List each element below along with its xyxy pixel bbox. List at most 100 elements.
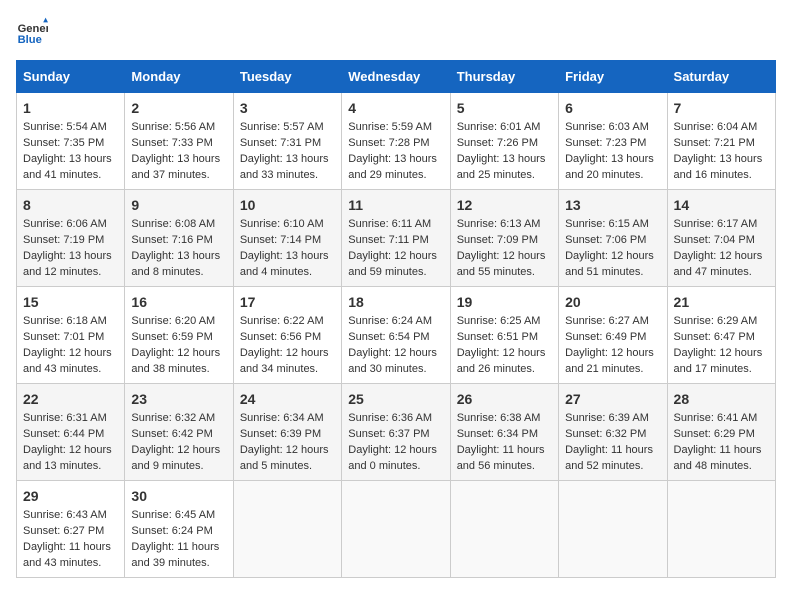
day-number: 18: [348, 292, 443, 312]
day-info-line: Daylight: 11 hours: [131, 540, 226, 556]
day-info-line: Daylight: 12 hours: [457, 249, 552, 265]
calendar-cell: [559, 481, 667, 578]
day-number: 30: [131, 486, 226, 506]
day-info-line: Sunset: 7:26 PM: [457, 136, 552, 152]
calendar-cell: 2Sunrise: 5:56 AMSunset: 7:33 PMDaylight…: [125, 93, 233, 190]
day-info-line: Sunset: 6:29 PM: [674, 427, 769, 443]
day-info-line: Daylight: 13 hours: [240, 152, 335, 168]
day-info-line: Sunrise: 6:31 AM: [23, 411, 118, 427]
calendar-cell: 28Sunrise: 6:41 AMSunset: 6:29 PMDayligh…: [667, 384, 775, 481]
calendar-cell: 14Sunrise: 6:17 AMSunset: 7:04 PMDayligh…: [667, 190, 775, 287]
day-info-line: Daylight: 12 hours: [674, 346, 769, 362]
day-info-line: Sunrise: 6:34 AM: [240, 411, 335, 427]
day-info-line: and 16 minutes.: [674, 168, 769, 184]
calendar-cell: 15Sunrise: 6:18 AMSunset: 7:01 PMDayligh…: [17, 287, 125, 384]
day-info-line: Sunrise: 6:36 AM: [348, 411, 443, 427]
calendar-table: SundayMondayTuesdayWednesdayThursdayFrid…: [16, 60, 776, 578]
calendar-cell: 8Sunrise: 6:06 AMSunset: 7:19 PMDaylight…: [17, 190, 125, 287]
day-info-line: Daylight: 12 hours: [457, 346, 552, 362]
day-info-line: Sunrise: 6:06 AM: [23, 217, 118, 233]
day-info-line: Sunrise: 6:18 AM: [23, 314, 118, 330]
logo-icon: General Blue: [16, 16, 48, 48]
day-info-line: Sunset: 7:16 PM: [131, 233, 226, 249]
day-info-line: and 43 minutes.: [23, 556, 118, 572]
day-number: 1: [23, 98, 118, 118]
day-info-line: and 17 minutes.: [674, 362, 769, 378]
day-number: 5: [457, 98, 552, 118]
calendar-cell: 29Sunrise: 6:43 AMSunset: 6:27 PMDayligh…: [17, 481, 125, 578]
day-number: 2: [131, 98, 226, 118]
day-info-line: Sunrise: 6:11 AM: [348, 217, 443, 233]
day-info-line: and 21 minutes.: [565, 362, 660, 378]
day-info-line: Sunset: 6:34 PM: [457, 427, 552, 443]
day-number: 17: [240, 292, 335, 312]
day-info-line: Sunrise: 6:39 AM: [565, 411, 660, 427]
day-info-line: Sunrise: 6:27 AM: [565, 314, 660, 330]
day-number: 7: [674, 98, 769, 118]
calendar-cell: 25Sunrise: 6:36 AMSunset: 6:37 PMDayligh…: [342, 384, 450, 481]
day-info-line: Sunset: 7:21 PM: [674, 136, 769, 152]
weekday-header-sunday: Sunday: [17, 61, 125, 93]
calendar-cell: 26Sunrise: 6:38 AMSunset: 6:34 PMDayligh…: [450, 384, 558, 481]
day-info-line: Sunrise: 6:17 AM: [674, 217, 769, 233]
day-info-line: and 37 minutes.: [131, 168, 226, 184]
day-number: 6: [565, 98, 660, 118]
day-info-line: Daylight: 13 hours: [240, 249, 335, 265]
weekday-header-saturday: Saturday: [667, 61, 775, 93]
day-info-line: and 52 minutes.: [565, 459, 660, 475]
day-info-line: Sunset: 6:37 PM: [348, 427, 443, 443]
day-info-line: Sunset: 6:42 PM: [131, 427, 226, 443]
day-info-line: Sunset: 6:24 PM: [131, 524, 226, 540]
day-info-line: Sunset: 6:32 PM: [565, 427, 660, 443]
day-info-line: Sunrise: 5:56 AM: [131, 120, 226, 136]
day-info-line: Sunrise: 6:45 AM: [131, 508, 226, 524]
day-info-line: Daylight: 13 hours: [674, 152, 769, 168]
weekday-header-thursday: Thursday: [450, 61, 558, 93]
day-number: 16: [131, 292, 226, 312]
day-info-line: Sunrise: 6:22 AM: [240, 314, 335, 330]
day-info-line: and 55 minutes.: [457, 265, 552, 281]
day-number: 12: [457, 195, 552, 215]
day-info-line: Daylight: 12 hours: [23, 443, 118, 459]
calendar-cell: 12Sunrise: 6:13 AMSunset: 7:09 PMDayligh…: [450, 190, 558, 287]
day-info-line: Sunrise: 6:03 AM: [565, 120, 660, 136]
weekday-header-wednesday: Wednesday: [342, 61, 450, 93]
day-info-line: Daylight: 13 hours: [131, 152, 226, 168]
day-number: 25: [348, 389, 443, 409]
day-number: 21: [674, 292, 769, 312]
calendar-cell: 3Sunrise: 5:57 AMSunset: 7:31 PMDaylight…: [233, 93, 341, 190]
day-number: 3: [240, 98, 335, 118]
day-number: 28: [674, 389, 769, 409]
day-info-line: Sunrise: 5:59 AM: [348, 120, 443, 136]
day-info-line: Sunrise: 6:41 AM: [674, 411, 769, 427]
day-info-line: Sunset: 6:51 PM: [457, 330, 552, 346]
day-info-line: Daylight: 12 hours: [131, 346, 226, 362]
day-number: 26: [457, 389, 552, 409]
calendar-cell: 13Sunrise: 6:15 AMSunset: 7:06 PMDayligh…: [559, 190, 667, 287]
calendar-week-3: 15Sunrise: 6:18 AMSunset: 7:01 PMDayligh…: [17, 287, 776, 384]
calendar-cell: 19Sunrise: 6:25 AMSunset: 6:51 PMDayligh…: [450, 287, 558, 384]
day-info-line: Daylight: 12 hours: [240, 346, 335, 362]
day-info-line: Daylight: 11 hours: [23, 540, 118, 556]
day-info-line: Daylight: 13 hours: [565, 152, 660, 168]
day-info-line: and 13 minutes.: [23, 459, 118, 475]
day-info-line: Sunset: 6:47 PM: [674, 330, 769, 346]
day-info-line: Daylight: 13 hours: [457, 152, 552, 168]
calendar-cell: 16Sunrise: 6:20 AMSunset: 6:59 PMDayligh…: [125, 287, 233, 384]
day-number: 8: [23, 195, 118, 215]
day-info-line: and 26 minutes.: [457, 362, 552, 378]
day-info-line: Daylight: 12 hours: [565, 346, 660, 362]
calendar-cell: 24Sunrise: 6:34 AMSunset: 6:39 PMDayligh…: [233, 384, 341, 481]
day-info-line: Daylight: 12 hours: [565, 249, 660, 265]
day-info-line: Sunset: 7:14 PM: [240, 233, 335, 249]
calendar-week-2: 8Sunrise: 6:06 AMSunset: 7:19 PMDaylight…: [17, 190, 776, 287]
calendar-cell: 10Sunrise: 6:10 AMSunset: 7:14 PMDayligh…: [233, 190, 341, 287]
day-number: 19: [457, 292, 552, 312]
day-info-line: Sunrise: 6:38 AM: [457, 411, 552, 427]
calendar-cell: 20Sunrise: 6:27 AMSunset: 6:49 PMDayligh…: [559, 287, 667, 384]
day-info-line: and 5 minutes.: [240, 459, 335, 475]
calendar-cell: 22Sunrise: 6:31 AMSunset: 6:44 PMDayligh…: [17, 384, 125, 481]
day-number: 11: [348, 195, 443, 215]
day-info-line: and 48 minutes.: [674, 459, 769, 475]
day-number: 24: [240, 389, 335, 409]
